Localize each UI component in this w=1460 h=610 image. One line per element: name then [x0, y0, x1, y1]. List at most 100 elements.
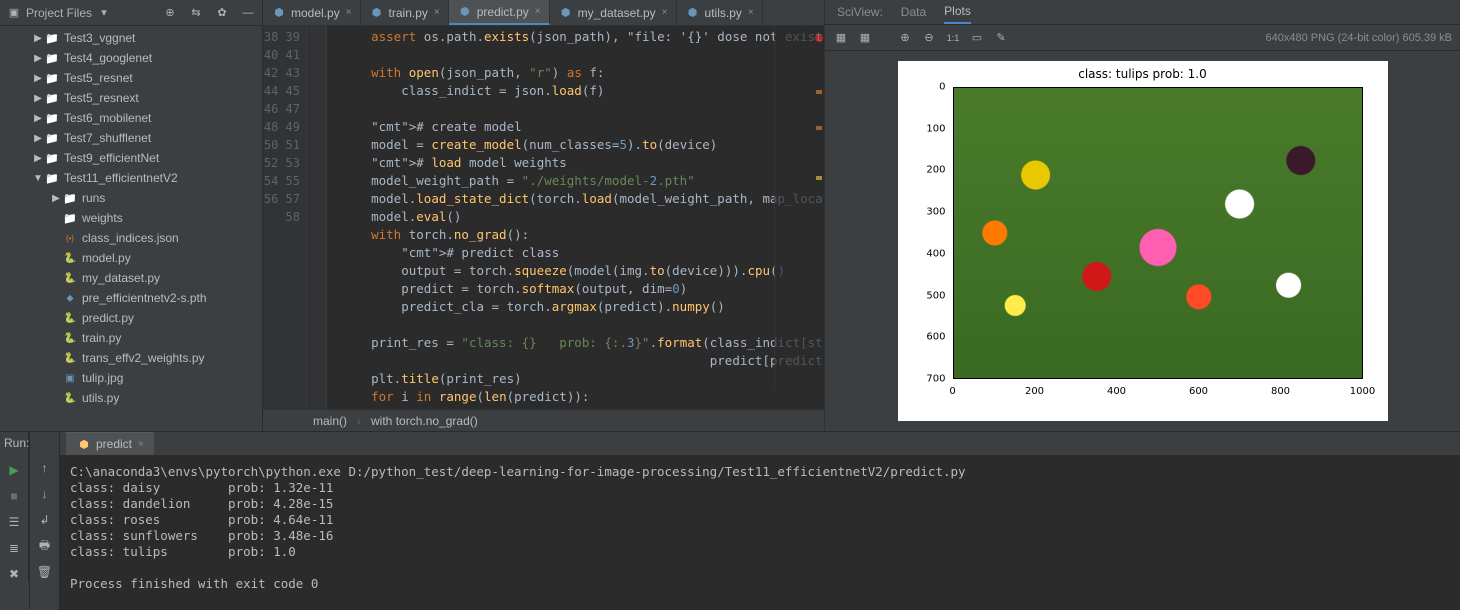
ytick: 700 — [916, 374, 946, 385]
folder-icon — [44, 32, 60, 45]
folder-icon — [44, 172, 60, 185]
project-dropdown[interactable]: ▣ Project Files ▾ — [6, 5, 158, 21]
py-icon — [62, 353, 78, 364]
ytick: 300 — [916, 207, 946, 218]
minimize-icon[interactable]: — — [240, 5, 256, 21]
matplotlib-figure: class: tulips prob: 1.0 0100200300400500… — [898, 61, 1388, 421]
line-gutter: 38 39 40 41 42 43 44 45 46 47 48 49 50 5… — [263, 26, 307, 409]
tree-folder[interactable]: ▶Test4_googlenet — [0, 48, 262, 68]
actual-size-icon[interactable]: 1:1 — [945, 30, 961, 46]
folder-icon — [62, 192, 78, 205]
target-icon[interactable]: ⊕ — [162, 5, 178, 21]
close-icon[interactable]: × — [138, 439, 144, 450]
breadcrumb-item[interactable]: main() — [313, 414, 347, 428]
thumb-single-icon[interactable]: ▦ — [833, 30, 849, 46]
sciview-panel: SciView: Data Plots ▦ ▦ ⊕ ⊖ 1:1 ▭ ✎ 640x… — [825, 0, 1460, 431]
up-icon[interactable]: ↑ — [37, 460, 53, 476]
tree-folder[interactable]: ▶Test7_shufflenet — [0, 128, 262, 148]
trash-icon[interactable]: 🗑 — [37, 564, 53, 580]
xtick: 1000 — [1350, 386, 1375, 397]
editor-tab[interactable]: ⬢train.py× — [361, 0, 449, 25]
project-header: ▣ Project Files ▾ ⊕ ⇆ ✿ — — [0, 0, 262, 26]
close-icon[interactable]: × — [662, 7, 668, 18]
axes-image — [953, 87, 1363, 379]
zoom-out-icon[interactable]: ⊖ — [921, 30, 937, 46]
folder-icon — [44, 132, 60, 145]
xtick: 800 — [1271, 386, 1290, 397]
thumb-grid-icon[interactable]: ▦ — [857, 30, 873, 46]
tree-folder[interactable]: ▶Test6_mobilenet — [0, 108, 262, 128]
print-icon[interactable]: 🖶 — [37, 538, 53, 554]
image-info: 640x480 PNG (24-bit color) 605.39 kB — [1266, 32, 1453, 44]
gear-icon[interactable]: ✿ — [214, 5, 230, 21]
tree-file[interactable]: utils.py — [0, 388, 262, 408]
json-icon — [62, 234, 78, 243]
sciview-tab-plots[interactable]: Plots — [944, 0, 971, 24]
console-output[interactable]: C:\anaconda3\envs\pytorch\python.exe D:/… — [60, 456, 1460, 610]
pin-icon[interactable]: ✖ — [6, 566, 22, 582]
close-icon[interactable]: × — [535, 6, 541, 17]
close-icon[interactable]: × — [346, 7, 352, 18]
jpg-icon — [62, 373, 78, 384]
run-panel-label: Run: — [4, 436, 29, 450]
folder-icon — [44, 72, 60, 85]
run-tab-predict[interactable]: ⬢ predict × — [66, 432, 154, 455]
tree-folder[interactable]: ▶Test3_vggnet — [0, 28, 262, 48]
code-area[interactable]: assert os.path.exists(json_path), "file:… — [327, 26, 824, 409]
editor-tab[interactable]: ⬢predict.py× — [449, 0, 550, 25]
tree-folder[interactable]: ▼Test11_efficientnetV2 — [0, 168, 262, 188]
folder-icon — [44, 112, 60, 125]
tree-file[interactable]: class_indices.json — [0, 228, 262, 248]
tree-file[interactable]: train.py — [0, 328, 262, 348]
editor-tab[interactable]: ⬢my_dataset.py× — [550, 0, 677, 25]
layout-icon[interactable]: ☰ — [6, 514, 22, 530]
tree-file[interactable]: my_dataset.py — [0, 268, 262, 288]
minimap[interactable] — [774, 26, 824, 389]
python-icon: ⬢ — [457, 4, 473, 20]
editor-panel: ⬢model.py×⬢train.py×⬢predict.py×⬢my_data… — [263, 0, 825, 431]
wrap-icon[interactable]: ↲ — [37, 512, 53, 528]
editor-tab[interactable]: ⬢model.py× — [263, 0, 361, 25]
python-icon: ⬢ — [76, 436, 92, 452]
tree-folder[interactable]: ▶Test9_efficientNet — [0, 148, 262, 168]
run-icon[interactable]: ▶ — [6, 462, 22, 478]
python-icon: ⬢ — [685, 5, 701, 21]
tree-file[interactable]: pre_efficientnetv2-s.pth — [0, 288, 262, 308]
ytick: 500 — [916, 290, 946, 301]
tree-file[interactable]: trans_effv2_weights.py — [0, 348, 262, 368]
py-icon — [62, 393, 78, 404]
down-icon[interactable]: ↓ — [37, 486, 53, 502]
tree-file[interactable]: tulip.jpg — [0, 368, 262, 388]
fold-gutter[interactable] — [307, 26, 327, 409]
plot-area[interactable]: class: tulips prob: 1.0 0100200300400500… — [825, 51, 1460, 431]
project-tree[interactable]: ▶Test3_vggnet▶Test4_googlenet▶Test5_resn… — [0, 26, 262, 431]
tree-folder[interactable]: ▶runs — [0, 188, 262, 208]
folder-icon — [62, 212, 78, 225]
close-icon[interactable]: × — [434, 7, 440, 18]
zoom-in-icon[interactable]: ⊕ — [897, 30, 913, 46]
breadcrumb[interactable]: main() › with torch.no_grad() — [263, 409, 824, 431]
color-picker-icon[interactable]: ✎ — [993, 30, 1009, 46]
editor-tab[interactable]: ⬢utils.py× — [677, 0, 763, 25]
tree-file[interactable]: predict.py — [0, 308, 262, 328]
expand-icon[interactable]: ⇆ — [188, 5, 204, 21]
tree-folder[interactable]: ▶Test5_resnet — [0, 68, 262, 88]
tree-file[interactable]: model.py — [0, 248, 262, 268]
pth-icon — [62, 293, 78, 304]
folder-icon — [44, 152, 60, 165]
sciview-header: SciView: Data Plots — [825, 0, 1460, 25]
close-icon[interactable]: × — [748, 7, 754, 18]
tree-folder[interactable]: weights — [0, 208, 262, 228]
fit-icon[interactable]: ▭ — [969, 30, 985, 46]
stop-icon[interactable]: ■ — [6, 488, 22, 504]
breadcrumb-item[interactable]: with torch.no_grad() — [371, 414, 478, 428]
debug-layout-icon[interactable]: ≣ — [6, 540, 22, 556]
project-icon: ▣ — [6, 5, 22, 21]
run-tabs: ⬢ predict × — [60, 432, 1460, 456]
tree-folder[interactable]: ▶Test5_resnext — [0, 88, 262, 108]
run-panel: Run: ▶ ■ ☰ ≣ ✖ ↑ ↓ ↲ 🖶 🗑 ⬢ predict × C:\… — [0, 431, 1460, 610]
xtick: 0 — [949, 386, 955, 397]
figure-title: class: tulips prob: 1.0 — [898, 67, 1388, 81]
sciview-tab-data[interactable]: Data — [901, 1, 926, 23]
xtick: 200 — [1025, 386, 1044, 397]
